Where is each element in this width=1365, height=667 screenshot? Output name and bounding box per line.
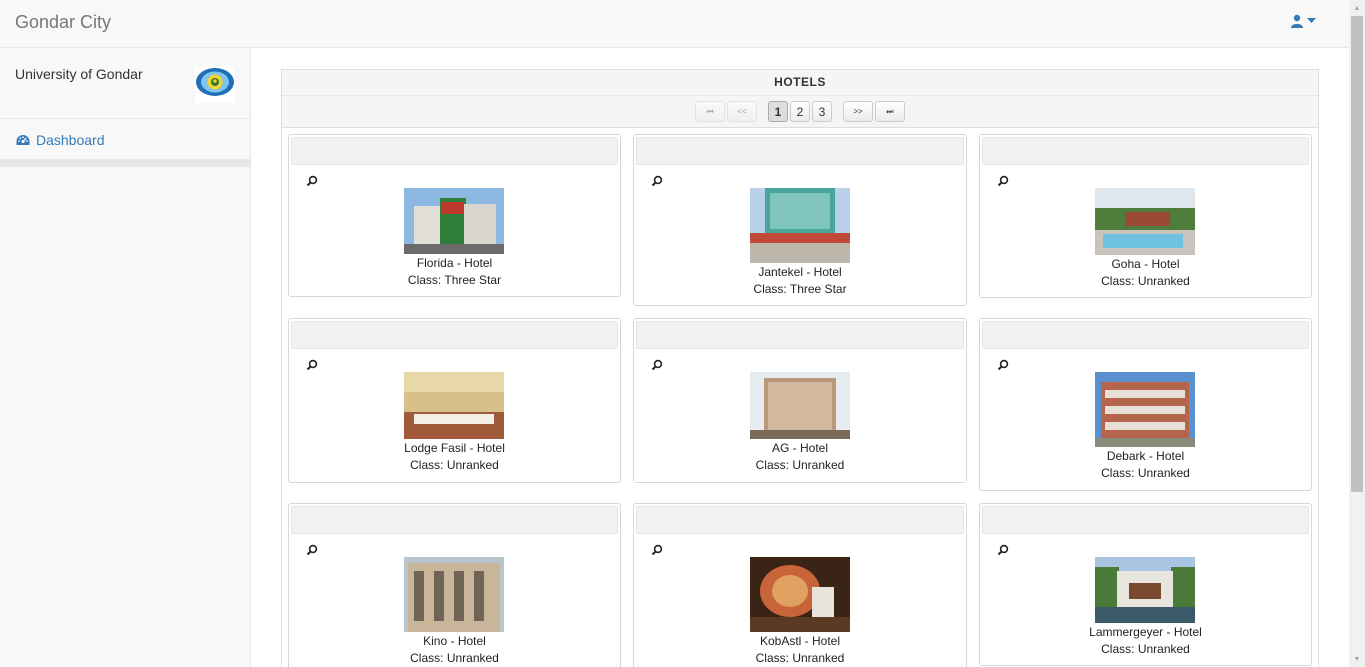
- card-header: [636, 137, 964, 165]
- magnifier-icon[interactable]: [651, 175, 663, 187]
- hotel-photo[interactable]: [750, 372, 850, 439]
- hotel-class: Class: Unranked: [410, 651, 499, 665]
- sidebar-org-header: University of Gondar: [0, 48, 250, 119]
- magnifier-icon[interactable]: [306, 544, 318, 556]
- hotel-card: Goha - Hotel Class: Unranked: [979, 134, 1312, 298]
- hotel-class: Class: Unranked: [1101, 466, 1190, 480]
- org-name: University of Gondar: [15, 66, 143, 82]
- hotel-card: Kino - Hotel Class: Unranked: [288, 503, 621, 667]
- paginator: ⏮ << 1 2 3 >> ⏭: [282, 96, 1318, 128]
- last-page-button[interactable]: ⏭: [875, 101, 905, 122]
- user-menu-toggle[interactable]: [1291, 14, 1316, 28]
- hotel-card: Jantekel - Hotel Class: Three Star: [633, 134, 967, 306]
- panel-title: HOTELS: [282, 70, 1318, 96]
- next-page-button[interactable]: >>: [843, 101, 873, 122]
- hotel-class: Class: Three Star: [407, 273, 502, 287]
- hotel-photo[interactable]: [404, 188, 504, 254]
- top-navbar: Gondar City: [0, 0, 1349, 48]
- card-header: [982, 137, 1309, 165]
- hotel-name: KobAstl - Hotel: [759, 634, 841, 648]
- hotel-name: Kino - Hotel: [423, 634, 486, 648]
- hotel-photo[interactable]: [404, 372, 504, 439]
- hotel-photo[interactable]: [750, 557, 850, 632]
- hotel-card: KobAstl - Hotel Class: Unranked: [633, 503, 967, 667]
- magnifier-icon[interactable]: [997, 544, 1009, 556]
- magnifier-icon[interactable]: [651, 544, 663, 556]
- sidebar: University of Gondar Dashboard: [0, 48, 251, 667]
- hotel-name: Goha - Hotel: [1111, 257, 1180, 271]
- hotel-card: Lodge Fasil - Hotel Class: Unranked: [288, 318, 621, 483]
- hotel-photo[interactable]: [750, 188, 850, 263]
- sidebar-item-dashboard[interactable]: Dashboard: [0, 120, 250, 160]
- hotel-card: Lammergeyer - Hotel Class: Unranked: [979, 503, 1312, 666]
- hotel-class: Class: Unranked: [410, 458, 499, 472]
- page-2-button[interactable]: 2: [790, 101, 810, 122]
- magnifier-icon[interactable]: [306, 175, 318, 187]
- user-icon: [1291, 14, 1303, 28]
- hotel-class: Class: Unranked: [755, 651, 845, 665]
- dashboard-icon: [16, 135, 30, 145]
- university-logo: [195, 66, 235, 103]
- hotel-name: Lodge Fasil - Hotel: [404, 441, 505, 455]
- prev-page-button[interactable]: <<: [727, 101, 757, 122]
- hotel-photo[interactable]: [1095, 372, 1195, 447]
- hotel-class: Class: Unranked: [1101, 274, 1190, 288]
- caret-down-icon: [1307, 18, 1316, 23]
- sidebar-item-label: Dashboard: [36, 132, 105, 148]
- hotel-class: Class: Unranked: [1101, 642, 1190, 656]
- sidebar-divider: [0, 159, 250, 167]
- magnifier-icon[interactable]: [997, 175, 1009, 187]
- page-3-button[interactable]: 3: [812, 101, 832, 122]
- hotel-name: AG - Hotel: [771, 441, 828, 455]
- app-title[interactable]: Gondar City: [15, 12, 111, 33]
- card-header: [982, 321, 1309, 349]
- page-scrollbar[interactable]: ▲ ▼: [1349, 0, 1365, 667]
- scroll-down-arrow-icon[interactable]: ▼: [1349, 651, 1365, 667]
- hotel-name: Debark - Hotel: [1106, 449, 1185, 463]
- hotel-photo[interactable]: [1095, 557, 1195, 623]
- scroll-thumb[interactable]: [1351, 16, 1363, 492]
- first-page-button[interactable]: ⏮: [695, 101, 725, 122]
- hotel-class: Class: Three Star: [753, 282, 847, 296]
- card-header: [636, 506, 964, 534]
- hotel-name: Lammergeyer - Hotel: [1089, 625, 1202, 639]
- magnifier-icon[interactable]: [651, 359, 663, 371]
- scroll-up-arrow-icon[interactable]: ▲: [1349, 0, 1365, 16]
- card-header: [982, 506, 1309, 534]
- hotel-card: AG - Hotel Class: Unranked: [633, 318, 967, 483]
- card-header: [291, 506, 618, 534]
- hotel-card: Debark - Hotel Class: Unranked: [979, 318, 1312, 491]
- page-1-button[interactable]: 1: [768, 101, 788, 122]
- hotel-photo[interactable]: [404, 557, 504, 632]
- card-header: [636, 321, 964, 349]
- hotel-card: Florida - Hotel Class: Three Star: [288, 134, 621, 297]
- card-header: [291, 321, 618, 349]
- magnifier-icon[interactable]: [306, 359, 318, 371]
- magnifier-icon[interactable]: [997, 359, 1009, 371]
- card-header: [291, 137, 618, 165]
- hotel-photo[interactable]: [1095, 188, 1195, 255]
- hotel-class: Class: Unranked: [755, 458, 845, 472]
- hotel-name: Jantekel - Hotel: [758, 265, 842, 279]
- hotel-name: Florida - Hotel: [416, 256, 493, 270]
